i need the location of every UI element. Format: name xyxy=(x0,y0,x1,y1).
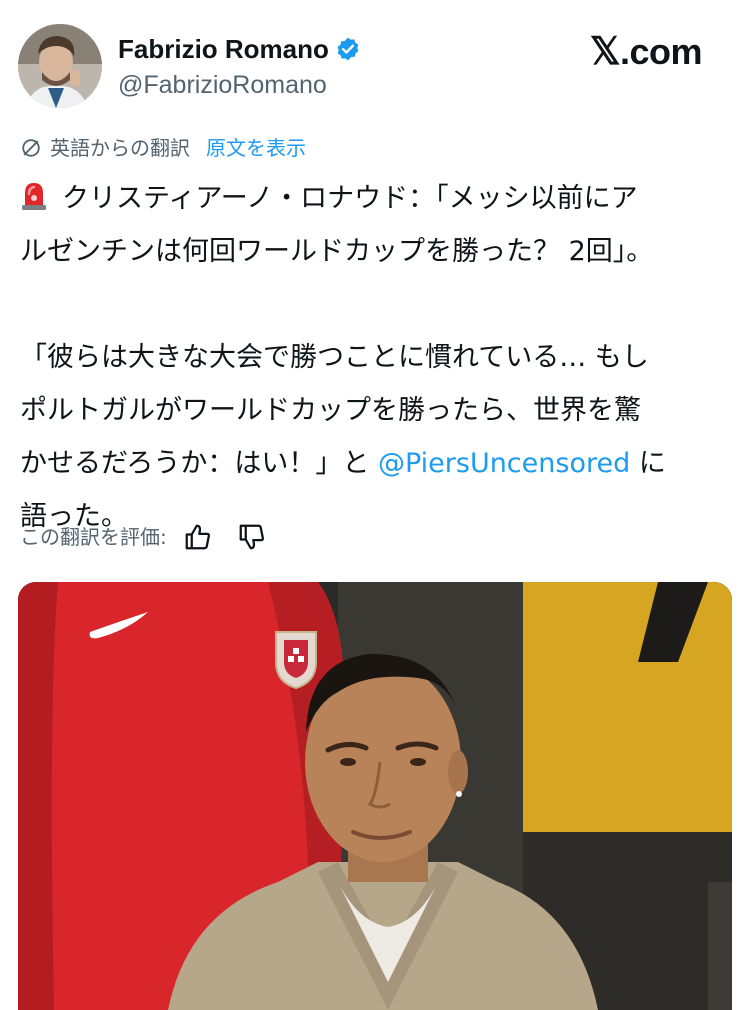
show-original-link[interactable]: 原文を表示 xyxy=(206,135,306,161)
author-name-block: Fabrizio Romano @FabrizioRomano xyxy=(118,34,361,100)
rate-translation-label: この翻訳を評価: xyxy=(20,525,167,549)
tweet-line-1: クリスティアーノ・ロナウド：「メッシ以前にア xyxy=(20,172,732,225)
author-display-name-text[interactable]: Fabrizio Romano xyxy=(118,34,329,64)
x-com-logo: 𝕏.com xyxy=(589,31,703,73)
rate-translation: この翻訳を評価: xyxy=(20,522,267,552)
tweet-header: Fabrizio Romano @FabrizioRomano 𝕏.com xyxy=(18,24,732,110)
tweet-line-5: かせるだろうか：はい！」と @PiersUncensored に xyxy=(20,437,732,490)
tweet-line-4: ポルトガルがワールドカップを勝ったら、世界を驚 xyxy=(20,395,641,426)
x-logo-icon: 𝕏 xyxy=(589,31,621,73)
tweet-line-1-text: クリスティアーノ・ロナウド：「メッシ以前にア xyxy=(62,183,638,214)
mention-link[interactable]: @PiersUncensored xyxy=(378,448,630,479)
tweet-media-photo[interactable] xyxy=(18,582,732,1010)
thumbs-down-icon[interactable] xyxy=(237,522,267,552)
tweet-line-2: ルゼンチンは何回ワールドカップを勝った？ 2回」。 xyxy=(20,236,654,267)
x-com-label: .com xyxy=(619,31,703,72)
author-avatar[interactable] xyxy=(18,24,102,108)
rotating-light-icon xyxy=(20,176,48,210)
translated-from-label: 英語からの翻訳 xyxy=(50,136,190,160)
tweet-text: クリスティアーノ・ロナウド：「メッシ以前にア ルゼンチンは何回ワールドカップを勝… xyxy=(20,172,732,543)
verified-badge-icon xyxy=(335,36,361,62)
translation-notice: 英語からの翻訳 原文を表示 xyxy=(20,135,306,161)
tweet-line-5-after: に xyxy=(630,448,666,479)
globe-icon xyxy=(20,137,42,159)
author-handle[interactable]: @FabrizioRomano xyxy=(118,70,361,100)
author-display-name[interactable]: Fabrizio Romano xyxy=(118,34,361,64)
tweet-line-5-before: かせるだろうか：はい！」と xyxy=(20,448,378,479)
thumbs-up-icon[interactable] xyxy=(183,522,213,552)
tweet-line-3: 「彼らは大きな大会で勝つことに慣れている… もし xyxy=(20,342,649,373)
